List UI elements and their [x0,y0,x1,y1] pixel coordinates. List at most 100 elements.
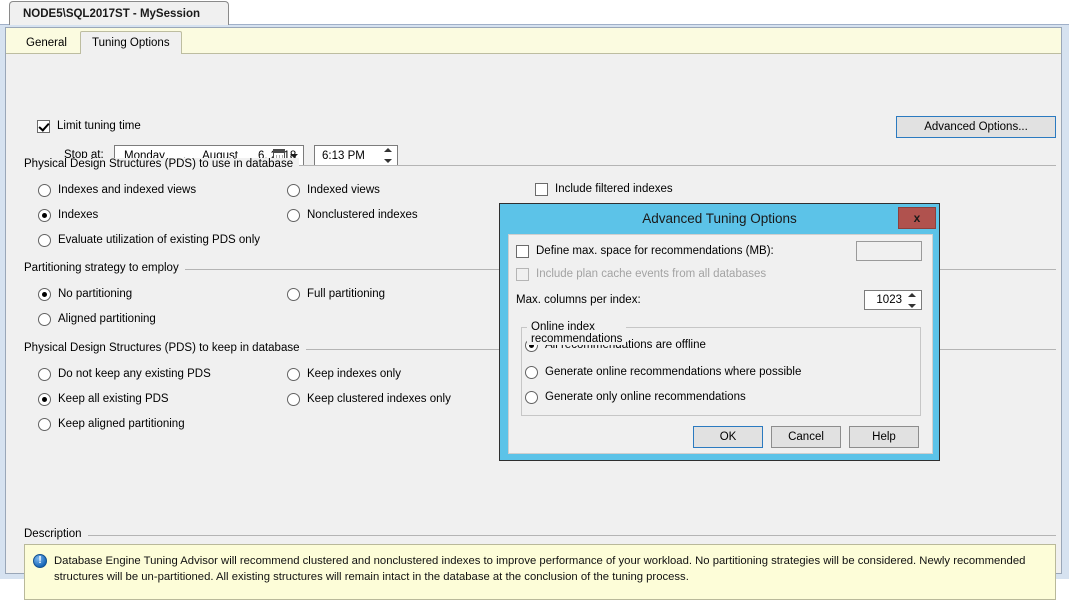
description-header: Description [24,528,88,540]
include-filtered-indexes-label: Include filtered indexes [555,183,673,196]
pds-keep-group-title: Physical Design Structures (PDS) to keep… [24,342,306,354]
radio-keep-clustered-indexes-only[interactable]: Keep clustered indexes only [287,393,451,406]
radio-do-not-keep-any-existing-pds[interactable]: Do not keep any existing PDS [38,368,211,381]
include-plan-cache-events-label: Include plan cache events from all datab… [536,268,766,281]
radio-indexes-and-indexed-views-label: Indexes and indexed views [58,184,196,197]
max-space-input[interactable] [856,241,922,261]
radio-indexes-button[interactable] [38,209,51,222]
radio-keep-aligned-partitioning[interactable]: Keep aligned partitioning [38,418,185,431]
radio-keep-all-existing-pds-label: Keep all existing PDS [58,393,169,406]
radio-full-partitioning-button[interactable] [287,288,300,301]
dialog-cancel-label: Cancel [788,431,824,443]
radio-keep-clustered-indexes-only-button[interactable] [287,393,300,406]
close-glyph: x [914,211,921,225]
radio-generate-online-where-possible[interactable]: Generate online recommendations where po… [525,366,801,379]
checkbox-include-filtered-indexes[interactable]: Include filtered indexes [535,183,673,196]
radio-keep-indexes-only[interactable]: Keep indexes only [287,368,401,381]
radio-generate-online-where-possible-button[interactable] [525,366,538,379]
include-plan-cache-events-checkbox [516,268,529,281]
radio-aligned-partitioning-label: Aligned partitioning [58,313,156,326]
limit-tuning-time-row[interactable]: Limit tuning time [37,120,141,133]
radio-do-not-keep-any-existing-pds-button[interactable] [38,368,51,381]
radio-no-partitioning[interactable]: No partitioning [38,288,132,301]
radio-keep-aligned-partitioning-button[interactable] [38,418,51,431]
tab-tuning-options-label: Tuning Options [92,37,170,49]
radio-keep-indexes-only-label: Keep indexes only [307,368,401,381]
tab-tuning-options[interactable]: Tuning Options [80,31,182,54]
radio-generate-online-where-possible-label: Generate online recommendations where po… [545,366,801,379]
stop-at-time-value[interactable]: 6:13 PM [322,150,365,162]
dialog-ok-button[interactable]: OK [693,426,763,448]
define-max-space-label: Define max. space for recommendations (M… [536,245,774,258]
radio-keep-all-existing-pds[interactable]: Keep all existing PDS [38,393,169,406]
max-columns-per-index-input[interactable]: 1023 [864,290,922,310]
description-text: Database Engine Tuning Advisor will reco… [54,553,1044,585]
online-index-recommendations-title: Online index recommendations [527,321,626,345]
partitioning-group-title: Partitioning strategy to employ [24,262,185,274]
spinner-down-icon[interactable] [908,304,916,308]
radio-evaluate-utilization-button[interactable] [38,234,51,247]
max-columns-per-index-row: Max. columns per index: [516,294,641,307]
radio-indexes-label: Indexes [58,209,98,222]
radio-indexes-and-indexed-views[interactable]: Indexes and indexed views [38,184,196,197]
advanced-options-button[interactable]: Advanced Options... [896,116,1056,138]
radio-indexes[interactable]: Indexes [38,209,98,222]
advanced-options-button-label: Advanced Options... [924,121,1028,133]
checkbox-define-max-space[interactable]: Define max. space for recommendations (M… [516,245,774,258]
property-tab-strip: General Tuning Options [6,28,1061,54]
radio-generate-only-online[interactable]: Generate only online recommendations [525,391,746,404]
radio-no-partitioning-label: No partitioning [58,288,132,301]
spinner-down-icon[interactable] [384,159,392,163]
stop-at-time-picker[interactable]: 6:13 PM [314,145,398,166]
max-columns-spinner[interactable] [904,293,919,308]
application-window: NODE5\SQL2017ST - MySession General Tuni… [0,0,1069,579]
radio-nonclustered-indexes-label: Nonclustered indexes [307,209,418,222]
radio-nonclustered-indexes-button[interactable] [287,209,300,222]
radio-do-not-keep-any-existing-pds-label: Do not keep any existing PDS [58,368,211,381]
info-icon [33,554,47,568]
pds-use-group-title: Physical Design Structures (PDS) to use … [24,158,299,170]
radio-full-partitioning-label: Full partitioning [307,288,385,301]
max-columns-per-index-label: Max. columns per index: [516,294,641,307]
radio-aligned-partitioning-button[interactable] [38,313,51,326]
radio-evaluate-utilization[interactable]: Evaluate utilization of existing PDS onl… [38,234,260,247]
spinner-up-icon[interactable] [384,148,392,152]
dialog-help-label: Help [872,431,896,443]
radio-indexes-and-indexed-views-button[interactable] [38,184,51,197]
dialog-cancel-button[interactable]: Cancel [771,426,841,448]
radio-keep-all-existing-pds-button[interactable] [38,393,51,406]
radio-no-partitioning-button[interactable] [38,288,51,301]
radio-nonclustered-indexes[interactable]: Nonclustered indexes [287,209,418,222]
document-tab-label: NODE5\SQL2017ST - MySession [23,8,200,20]
description-rule [79,535,1056,536]
radio-indexed-views[interactable]: Indexed views [287,184,380,197]
dialog-help-button[interactable]: Help [849,426,919,448]
radio-aligned-partitioning[interactable]: Aligned partitioning [38,313,156,326]
radio-keep-clustered-indexes-only-label: Keep clustered indexes only [307,393,451,406]
radio-generate-only-online-label: Generate only online recommendations [545,391,746,404]
radio-keep-aligned-partitioning-label: Keep aligned partitioning [58,418,185,431]
pds-use-group-rule [273,165,1056,166]
time-spinner[interactable] [380,148,395,163]
limit-tuning-time-label: Limit tuning time [57,120,141,133]
tab-general[interactable]: General [14,31,79,54]
dialog-title-bar: Advanced Tuning Options [500,204,939,232]
radio-evaluate-utilization-label: Evaluate utilization of existing PDS onl… [58,234,260,247]
radio-keep-indexes-only-button[interactable] [287,368,300,381]
max-columns-per-index-value: 1023 [876,294,902,306]
dialog-title-label: Advanced Tuning Options [642,211,797,226]
checkbox-include-plan-cache-events[interactable]: Include plan cache events from all datab… [516,268,766,281]
tab-general-label: General [26,37,67,49]
spinner-up-icon[interactable] [908,293,916,297]
radio-full-partitioning[interactable]: Full partitioning [287,288,385,301]
close-icon[interactable]: x [898,207,936,229]
include-filtered-indexes-checkbox[interactable] [535,183,548,196]
radio-generate-only-online-button[interactable] [525,391,538,404]
limit-tuning-time-checkbox[interactable] [37,120,50,133]
description-box: Database Engine Tuning Advisor will reco… [24,544,1056,600]
document-tab-mysession[interactable]: NODE5\SQL2017ST - MySession [9,1,229,25]
define-max-space-checkbox[interactable] [516,245,529,258]
document-tab-strip: NODE5\SQL2017ST - MySession [0,0,1069,25]
radio-indexed-views-label: Indexed views [307,184,380,197]
radio-indexed-views-button[interactable] [287,184,300,197]
